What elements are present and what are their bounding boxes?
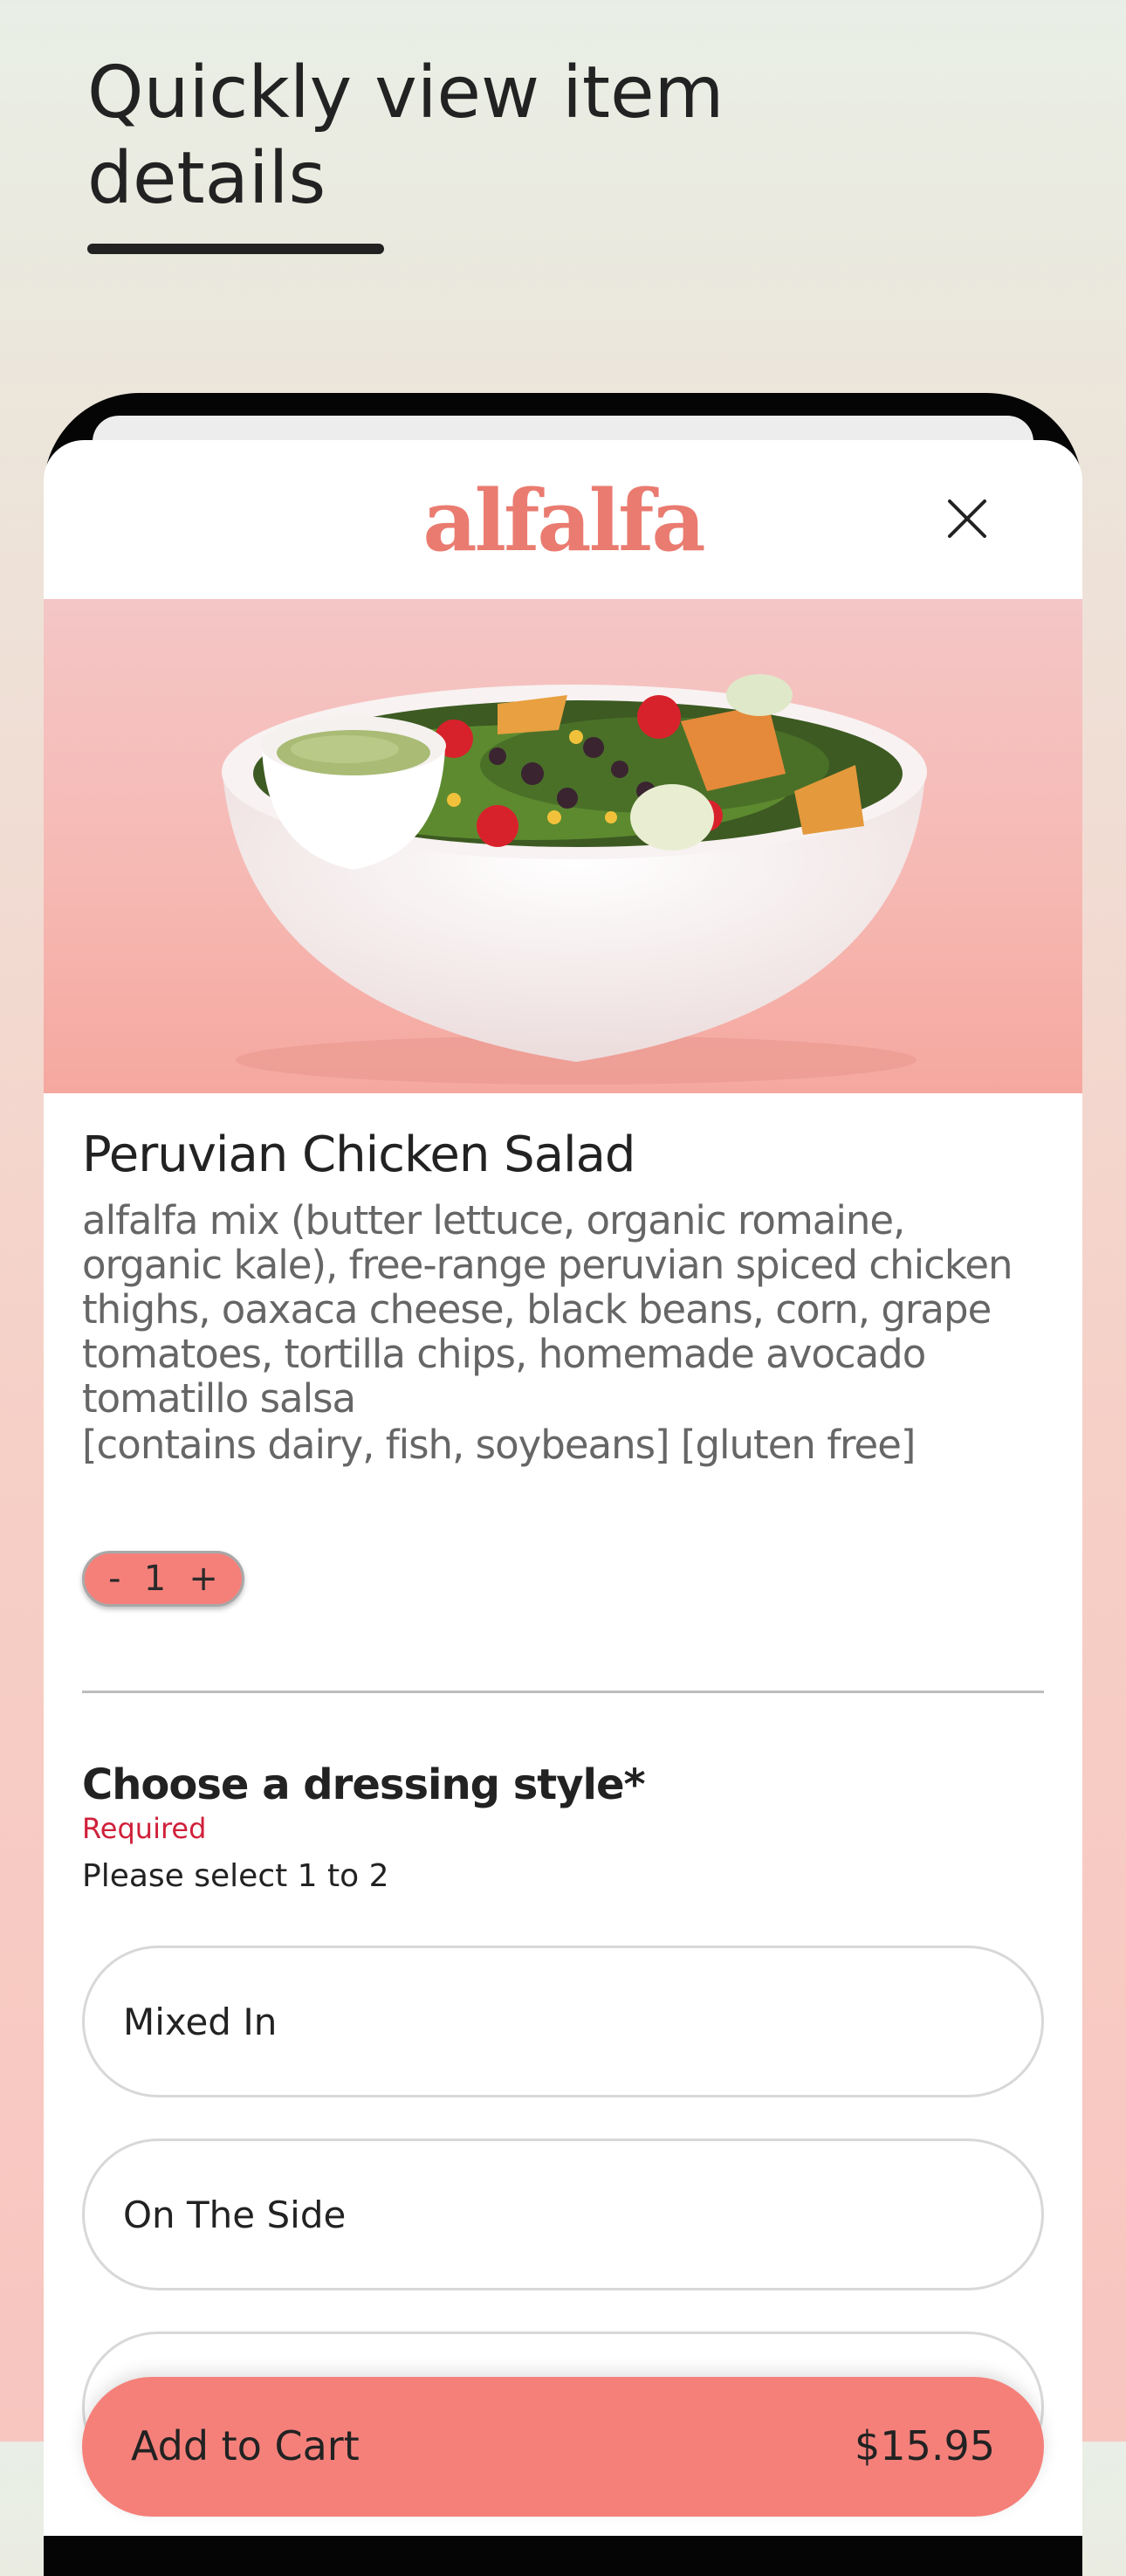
promo-title-line-2: details: [87, 137, 326, 220]
item-name: Peruvian Chicken Salad: [82, 1126, 635, 1183]
decrement-button[interactable]: -: [108, 1561, 120, 1596]
item-description: alfalfa mix (butter lettuce, organic rom…: [82, 1197, 1013, 1422]
dressing-option-mixed-in[interactable]: Mixed In: [82, 1946, 1044, 2097]
salad-bowl-photo: [44, 599, 1082, 1093]
brand-logo: alfalfa: [422, 472, 705, 570]
item-photo: [44, 599, 1082, 1093]
close-button[interactable]: [932, 484, 1002, 554]
cart-price: $15.95: [855, 2422, 995, 2469]
add-to-cart-label: Add to Cart: [131, 2422, 360, 2469]
option-label: On The Side: [123, 2193, 347, 2236]
add-to-cart-button[interactable]: Add to Cart $15.95: [82, 2377, 1044, 2517]
sheet-header: alfalfa: [44, 440, 1082, 599]
quantity-stepper: - 1 +: [82, 1551, 244, 1607]
divider: [82, 1691, 1044, 1693]
close-icon: [948, 499, 986, 538]
dressing-section-title: Choose a dressing style*: [82, 1760, 646, 1809]
promo-title: Quickly view item details: [87, 51, 786, 222]
dressing-option-on-the-side[interactable]: On The Side: [82, 2139, 1044, 2290]
quantity-value: 1: [143, 1559, 167, 1599]
item-allergens: [contains dairy, fish, soybeans] [gluten…: [82, 1422, 916, 1468]
item-detail-sheet: alfalfa Peruvian Chicken Salad alfalfa m…: [44, 440, 1082, 2536]
increment-button[interactable]: +: [189, 1561, 218, 1596]
required-label: Required: [82, 1812, 207, 1845]
promo-title-line-1: Quickly view item: [87, 52, 724, 134]
selection-hint: Please select 1 to 2: [82, 1858, 389, 1894]
option-label: Mixed In: [123, 2000, 278, 2043]
promo-underline: [87, 244, 384, 254]
